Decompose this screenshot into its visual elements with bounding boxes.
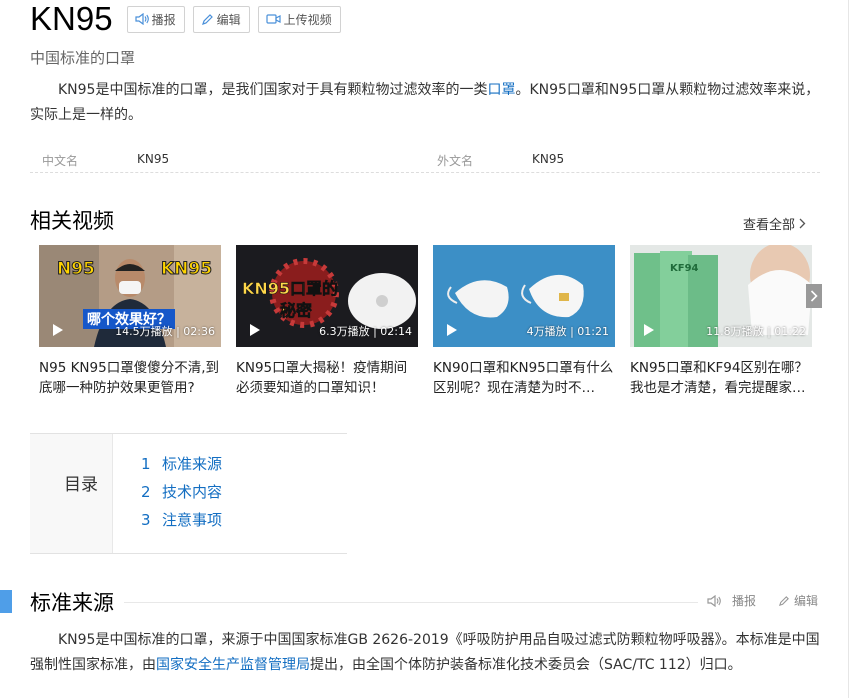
page-subtitle: 中国标准的口罩 — [30, 49, 136, 67]
video-thumbnail: KN95口罩的 秘密 6.3万播放 | 02:14 — [236, 245, 418, 347]
table-of-contents: 目录 1 标准来源 2 技术内容 3 注意事项 — [30, 433, 347, 554]
section-broadcast-label: 播报 — [732, 594, 757, 608]
video-card[interactable]: KN95口罩的 秘密 6.3万播放 | 02:14 KN95口罩大揭秘！疫情期间… — [236, 245, 418, 398]
toc-item-label: 注意事项 — [162, 511, 223, 529]
section-accent-bar — [0, 590, 12, 613]
toc-item-label: 技术内容 — [162, 483, 223, 501]
section-link-agency[interactable]: 国家安全生产监督管理局 — [156, 657, 310, 673]
overlay-text-n95: N95 — [57, 259, 96, 280]
toc-item[interactable]: 1 标准来源 — [141, 453, 222, 474]
video-meta: 4万播放 | 01:21 — [526, 325, 609, 338]
chevron-right-icon — [799, 218, 806, 229]
foreign-name-label: 外文名 — [437, 154, 474, 168]
section-edit-button[interactable]: 编辑 — [778, 592, 818, 609]
related-videos-title: 相关视频 — [30, 209, 114, 233]
play-icon — [644, 324, 654, 336]
section-text-2: 提出，由全国个体防护装备标准化技术委员会（SAC/TC 112）归口。 — [310, 657, 742, 673]
cn-name-value: KN95 — [137, 152, 170, 166]
pencil-icon — [201, 13, 213, 25]
speaker-icon — [134, 13, 149, 25]
section-title: 标准来源 — [30, 591, 114, 615]
broadcast-button[interactable]: 播报 — [126, 5, 185, 33]
section-divider — [124, 602, 698, 603]
toc-item[interactable]: 2 技术内容 — [141, 481, 222, 502]
title-row: KN95 播报 编辑 上传视频 — [30, 0, 341, 38]
overlay-text-kn95-secret: KN95口罩的 — [242, 279, 339, 299]
overlay-text-secret: 秘密 — [280, 301, 313, 321]
video-card[interactable]: N95 KN95 哪个效果好？ 14.5万播放 | 02:36 N95 KN95… — [39, 245, 221, 398]
speaker-icon — [707, 594, 721, 607]
video-caption: KN95口罩和KF94区别在哪？我也是才清楚，看完提醒家… — [630, 360, 808, 396]
overlay-text-kn95: KN95 — [160, 259, 213, 280]
video-thumbnail: KF94 11.8万播放 | 01:22 — [630, 245, 812, 347]
page-right-border — [848, 0, 849, 698]
video-caption: KN95口罩大揭秘！疫情期间必须要知道的口罩知识！ — [236, 360, 408, 396]
section-broadcast-button[interactable]: 播报 — [707, 592, 756, 609]
edit-label: 编辑 — [216, 12, 241, 27]
section-edit-label: 编辑 — [794, 594, 819, 608]
upload-video-label: 上传视频 — [283, 12, 332, 27]
play-icon — [250, 324, 260, 336]
video-caption: N95 KN95口罩傻傻分不清,到底哪一种防护效果更管用? — [39, 360, 219, 396]
video-card[interactable]: 4万播放 | 01:21 KN90口罩和KN95口罩有什么区别呢？现在清楚为时不… — [433, 245, 615, 398]
toc-item[interactable]: 3 注意事项 — [141, 509, 222, 530]
see-all-link[interactable]: 查看全部 — [743, 214, 806, 233]
page-title: KN95 — [30, 0, 113, 37]
edit-button[interactable]: 编辑 — [192, 5, 250, 33]
video-meta: 11.8万播放 | 01:22 — [706, 325, 806, 338]
upload-video-button[interactable]: 上传视频 — [257, 5, 341, 33]
summary-link-mask[interactable]: 口罩 — [487, 82, 515, 98]
video-thumbnail: N95 KN95 哪个效果好？ 14.5万播放 | 02:36 — [39, 245, 221, 347]
broadcast-label: 播报 — [151, 12, 176, 27]
foreign-name-value: KN95 — [532, 152, 565, 166]
carousel-next-button[interactable] — [806, 284, 822, 308]
overlay-text-kf94: KF94 — [670, 263, 699, 274]
toc-header: 目录 — [30, 434, 113, 553]
basic-info: 中文名 KN95 外文名 KN95 — [30, 146, 820, 173]
summary-paragraph: KN95是中国标准的口罩，是我们国家对于具有颗粒物过滤效率的一类口罩。KN95口… — [30, 78, 820, 128]
summary-text-1: KN95是中国标准的口罩，是我们国家对于具有颗粒物过滤效率的一类 — [58, 82, 488, 98]
video-card[interactable]: KF94 11.8万播放 | 01:22 KN95口罩和KF94区别在哪？我也是… — [630, 245, 812, 398]
video-caption: KN90口罩和KN95口罩有什么区别呢？现在清楚为时不… — [433, 360, 614, 396]
toc-item-number: 1 — [141, 455, 151, 473]
cn-name-label: 中文名 — [42, 154, 79, 168]
video-meta: 6.3万播放 | 02:14 — [319, 325, 412, 338]
toc-item-number: 2 — [141, 483, 151, 501]
video-camera-icon — [265, 14, 281, 24]
chevron-right-icon — [810, 290, 818, 302]
see-all-label: 查看全部 — [743, 218, 796, 233]
play-icon — [53, 324, 63, 336]
video-thumbnail: 4万播放 | 01:21 — [433, 245, 615, 347]
toc-item-number: 3 — [141, 511, 151, 529]
toc-item-label: 标准来源 — [162, 455, 223, 473]
toc-title: 目录 — [64, 475, 98, 495]
video-meta: 14.5万播放 | 02:36 — [115, 325, 215, 338]
pencil-icon — [778, 595, 789, 606]
play-icon — [447, 324, 457, 336]
section-paragraph: KN95是中国标准的口罩，来源于中国国家标准GB 2626-2019《呼吸防护用… — [30, 628, 820, 678]
